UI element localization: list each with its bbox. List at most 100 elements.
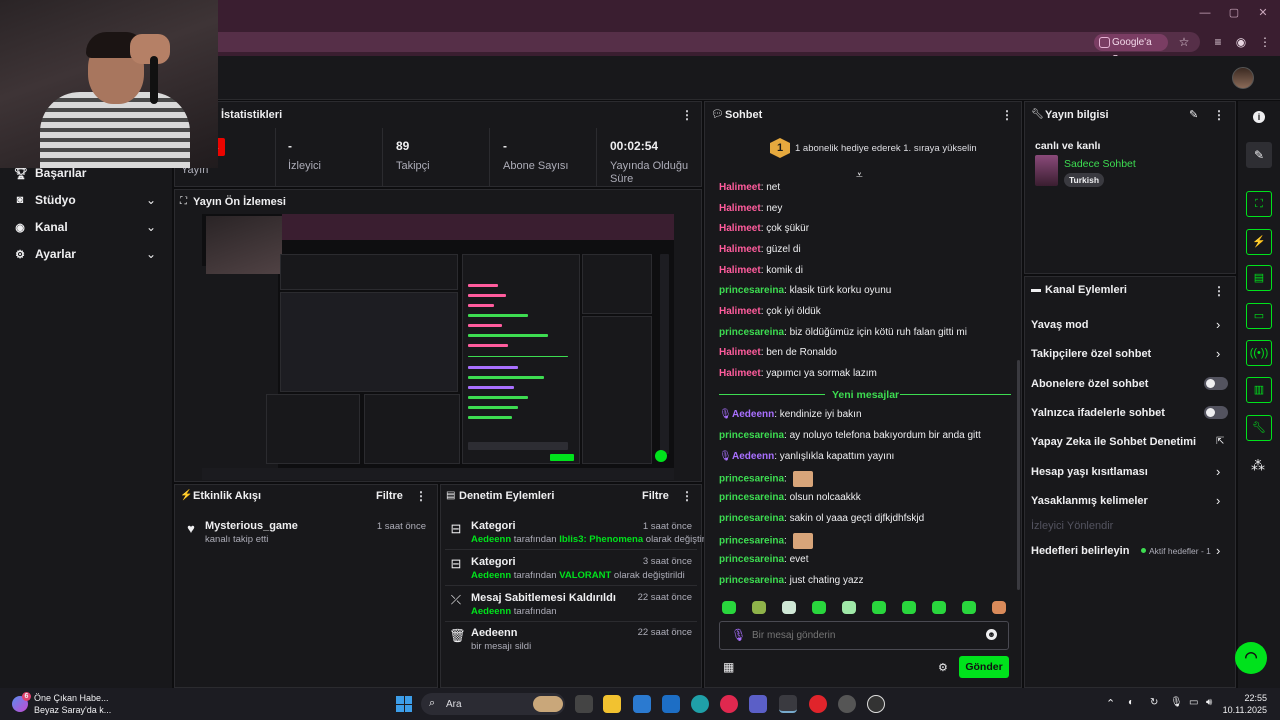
chat-emote-icon[interactable] — [792, 533, 813, 549]
lightning-icon[interactable]: ⚡ — [1246, 229, 1272, 255]
menu-dots-icon[interactable]: ⋮ — [1257, 34, 1273, 50]
chat-username[interactable]: Halimeet — [719, 244, 761, 255]
action-slow-mode[interactable]: Yavaş mod — [1031, 319, 1088, 331]
clock-date[interactable]: 10.11.2025 — [1218, 705, 1267, 715]
stream-tag[interactable]: Turkish — [1064, 173, 1105, 187]
address-bar[interactable] — [150, 32, 1200, 52]
wrench-icon[interactable]: 🔧︎ — [1246, 415, 1272, 441]
chevron-right-icon[interactable]: › — [1216, 493, 1220, 508]
media-player-icon[interactable] — [720, 695, 738, 713]
windows-start-icon[interactable] — [396, 696, 412, 712]
emote-button[interactable] — [722, 601, 736, 614]
more-options-icon[interactable]: ⋮ — [1213, 108, 1225, 122]
support-chat-icon[interactable]: ◠ — [1235, 642, 1267, 674]
chevron-down-icon[interactable]: ⌄ — [146, 248, 158, 260]
network-icon[interactable]: ▭ — [1189, 697, 1198, 708]
external-link-icon[interactable]: ⇱ — [1216, 436, 1224, 447]
chat-username[interactable]: princesareina — [719, 536, 784, 547]
emote-button[interactable] — [932, 601, 946, 614]
emote-button[interactable] — [812, 601, 826, 614]
chat-username[interactable]: Halimeet — [719, 368, 761, 379]
chevron-right-icon[interactable]: › — [1216, 346, 1220, 361]
more-options-icon[interactable]: ⋮ — [1001, 108, 1013, 122]
action-banned-words[interactable]: Yasaklanmış kelimeler — [1031, 495, 1148, 507]
sidebar-item-settings[interactable]: ⚙ Ayarlar — [14, 245, 76, 263]
chat-username[interactable]: princesareina — [719, 575, 784, 586]
playlist-icon[interactable]: ≡ — [1210, 34, 1226, 50]
chat-input[interactable] — [752, 627, 972, 644]
clock-time[interactable]: 22:55 — [1233, 693, 1267, 703]
more-options-icon[interactable]: ⋮ — [681, 489, 693, 503]
store-icon[interactable]: ▦ — [723, 660, 734, 674]
emote-button[interactable] — [992, 601, 1006, 614]
action-followers-only[interactable]: Takipçilere özel sohbet — [1031, 348, 1151, 360]
action-account-age[interactable]: Hesap yaşı kısıtlaması — [1031, 466, 1148, 478]
emote-button[interactable] — [842, 601, 856, 614]
microphone-icon[interactable]: 🎙︎ — [731, 628, 746, 642]
more-options-icon[interactable]: ⋮ — [415, 489, 427, 503]
stream-preview[interactable] — [202, 214, 674, 480]
chat-username[interactable]: Halimeet — [719, 347, 761, 358]
microphone-tray-icon[interactable]: 🎙︎ — [1170, 697, 1183, 708]
chat-username[interactable]: princesareina — [719, 430, 784, 441]
collapse-icon[interactable]: ⩡ — [856, 168, 863, 183]
chevron-right-icon[interactable]: › — [1216, 543, 1220, 558]
close-icon[interactable]: ✕ — [1256, 6, 1270, 20]
chat-scrollbar[interactable] — [1017, 360, 1020, 590]
chat-username[interactable]: Halimeet — [719, 265, 761, 276]
task-view-icon[interactable] — [575, 695, 593, 713]
info-icon[interactable]: i — [1253, 111, 1265, 123]
app-icon[interactable] — [838, 695, 856, 713]
emote-button[interactable] — [752, 601, 766, 614]
send-button[interactable]: Gönder — [959, 656, 1009, 678]
play-icon[interactable] — [867, 695, 885, 713]
maximize-icon[interactable]: ▢ — [1227, 6, 1241, 20]
activity-filter-button[interactable]: Filtre — [376, 490, 403, 502]
file-explorer-icon[interactable] — [603, 695, 621, 713]
chat-username[interactable]: Halimeet — [719, 203, 761, 214]
layout-icon[interactable]: ▥ — [1246, 377, 1272, 403]
avatar[interactable] — [1232, 67, 1254, 89]
volume-icon[interactable]: 🔊︎ — [1206, 697, 1212, 708]
bookmark-star-icon[interactable]: ☆ — [1176, 34, 1192, 50]
pencil-icon[interactable]: ✎ — [1246, 142, 1272, 168]
shapes-icon[interactable]: ⁂ — [1251, 457, 1265, 474]
more-options-icon[interactable]: ⋮ — [681, 108, 693, 122]
pencil-icon[interactable]: ✎ — [1189, 108, 1198, 121]
sync-icon[interactable]: ↻ — [1150, 697, 1158, 708]
emoji-picker-icon[interactable]: ☻ — [986, 629, 997, 640]
chat-username[interactable]: Aedeenn — [732, 451, 774, 462]
ask-google-button[interactable]: Google'a Sor — [1094, 34, 1168, 65]
chat-username[interactable]: Halimeet — [719, 182, 761, 193]
clip-icon[interactable]: ⛶ — [1246, 191, 1272, 217]
extension-icon[interactable]: ◉ — [1233, 34, 1249, 50]
chat-username[interactable]: Aedeenn — [732, 409, 774, 420]
opera-icon[interactable] — [809, 695, 827, 713]
chat-bubble-icon[interactable]: ▭ — [1246, 303, 1272, 329]
more-options-icon[interactable]: ⋮ — [1213, 284, 1225, 298]
subscribers-only-toggle[interactable] — [1204, 377, 1228, 390]
store-app-icon[interactable] — [633, 695, 651, 713]
chat-username[interactable]: princesareina — [719, 554, 784, 565]
moderation-filter-button[interactable]: Filtre — [642, 490, 669, 502]
chat-username[interactable]: princesareina — [719, 474, 784, 485]
teams-icon[interactable] — [749, 695, 767, 713]
chrome-icon[interactable] — [779, 695, 797, 713]
sidebar-item-channel[interactable]: ◉ Kanal — [14, 218, 68, 236]
emote-button[interactable] — [902, 601, 916, 614]
chat-username[interactable]: princesareina — [719, 513, 784, 524]
minimize-icon[interactable]: — — [1198, 6, 1212, 20]
chat-username[interactable]: Halimeet — [719, 223, 761, 234]
action-ai-moderation[interactable]: Yapay Zeka ile Sohbet Denetimi — [1031, 436, 1196, 448]
chat-username[interactable]: princesareina — [719, 327, 784, 338]
chevron-down-icon[interactable]: ⌄ — [146, 221, 158, 233]
chat-emote-icon[interactable] — [792, 471, 813, 487]
chat-settings-icon[interactable]: ⚙ — [938, 661, 948, 674]
emote-button[interactable] — [872, 601, 886, 614]
chevron-up-icon[interactable]: ⌃ — [1106, 697, 1115, 710]
emote-only-toggle[interactable] — [1204, 406, 1228, 419]
edge-icon[interactable] — [691, 695, 709, 713]
category-thumbnail[interactable] — [1035, 155, 1058, 186]
chat-username[interactable]: princesareina — [719, 492, 784, 503]
outlook-icon[interactable] — [662, 695, 680, 713]
